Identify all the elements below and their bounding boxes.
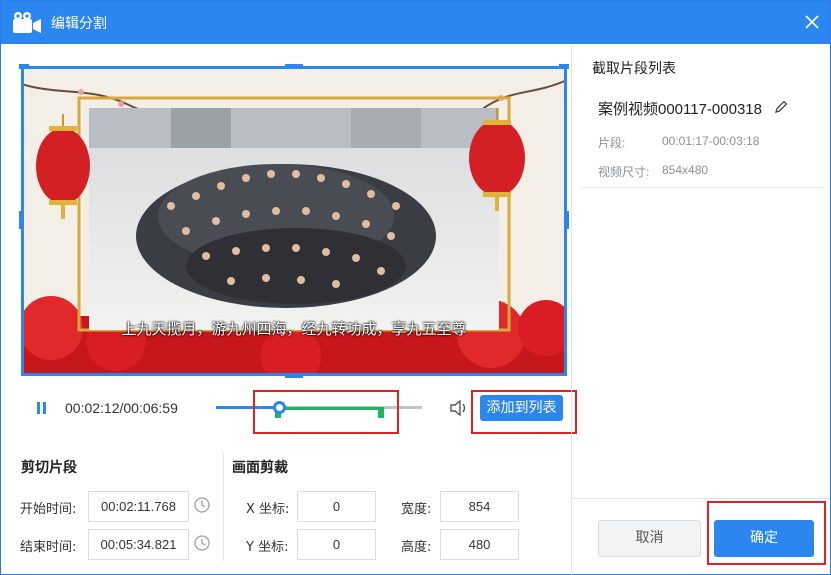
- height-input[interactable]: 480: [440, 529, 519, 560]
- crop-handle-right[interactable]: [564, 211, 569, 229]
- reset-clock-icon[interactable]: [193, 534, 211, 552]
- video-camera-icon: [13, 12, 41, 33]
- video-subtitle: 上九天揽月，游九州四海，经九转功成，享九五至尊: [121, 320, 467, 338]
- y-coord-label: Y 坐标:: [246, 540, 289, 555]
- reset-clock-icon[interactable]: [193, 496, 211, 514]
- start-time-label: 开始时间:: [20, 502, 77, 517]
- crop-handle-top[interactable]: [285, 64, 303, 69]
- pencil-icon[interactable]: [773, 99, 789, 115]
- cut-range-end-handle[interactable]: [377, 407, 384, 418]
- edit-split-dialog: 编辑分割 上九天揽月，游九州四海，经九转功成，享九五至尊 00:02:12/00…: [0, 0, 831, 575]
- add-to-list-button[interactable]: 添加到列表: [480, 395, 563, 421]
- seek-track-played: [216, 406, 280, 409]
- clip-segment-value: 00:01:17-00:03:18: [662, 134, 760, 148]
- y-coord-input[interactable]: 0: [297, 529, 376, 560]
- clip-size-label: 视频尺寸:: [598, 165, 650, 179]
- x-coord-input[interactable]: 0: [297, 491, 376, 522]
- cut-section-title: 剪切片段: [21, 460, 77, 476]
- end-time-label: 结束时间:: [20, 540, 77, 555]
- close-icon[interactable]: [799, 9, 825, 35]
- clip-list-title: 截取片段列表: [592, 61, 676, 77]
- crop-corner-top-right[interactable]: [559, 64, 569, 69]
- crop-handle-left[interactable]: [19, 211, 24, 229]
- height-label: 高度:: [401, 540, 432, 555]
- seek-thumb[interactable]: [273, 401, 287, 414]
- section-divider: [223, 453, 224, 561]
- video-preview[interactable]: 上九天揽月，游九州四海，经九转功成，享九五至尊: [21, 66, 567, 376]
- cut-range-bar: [275, 407, 383, 410]
- width-input[interactable]: 854: [440, 491, 519, 522]
- window-title: 编辑分割: [51, 16, 107, 32]
- cancel-button[interactable]: 取消: [598, 520, 701, 557]
- clip-size-value: 854x480: [662, 163, 709, 177]
- confirm-button[interactable]: 确定: [714, 520, 814, 557]
- playback-time: 00:02:12/00:06:59: [65, 400, 178, 416]
- crop-corner-top-left[interactable]: [19, 64, 29, 69]
- start-time-input[interactable]: 00:02:11.768: [88, 491, 189, 522]
- panel-separator: [571, 498, 830, 499]
- volume-icon[interactable]: [449, 399, 469, 417]
- crop-section-title: 画面剪裁: [232, 460, 288, 476]
- clip-name: 案例视频000117-000318: [598, 101, 762, 118]
- clip-segment-label: 片段:: [598, 136, 626, 150]
- crop-handle-bottom[interactable]: [285, 373, 303, 378]
- title-bar: 编辑分割: [1, 1, 830, 44]
- width-label: 宽度:: [401, 502, 432, 517]
- x-coord-label: X 坐标:: [246, 502, 290, 517]
- end-time-input[interactable]: 00:05:34.821: [88, 529, 189, 560]
- pause-icon[interactable]: [35, 399, 49, 417]
- panel-divider: [571, 44, 572, 575]
